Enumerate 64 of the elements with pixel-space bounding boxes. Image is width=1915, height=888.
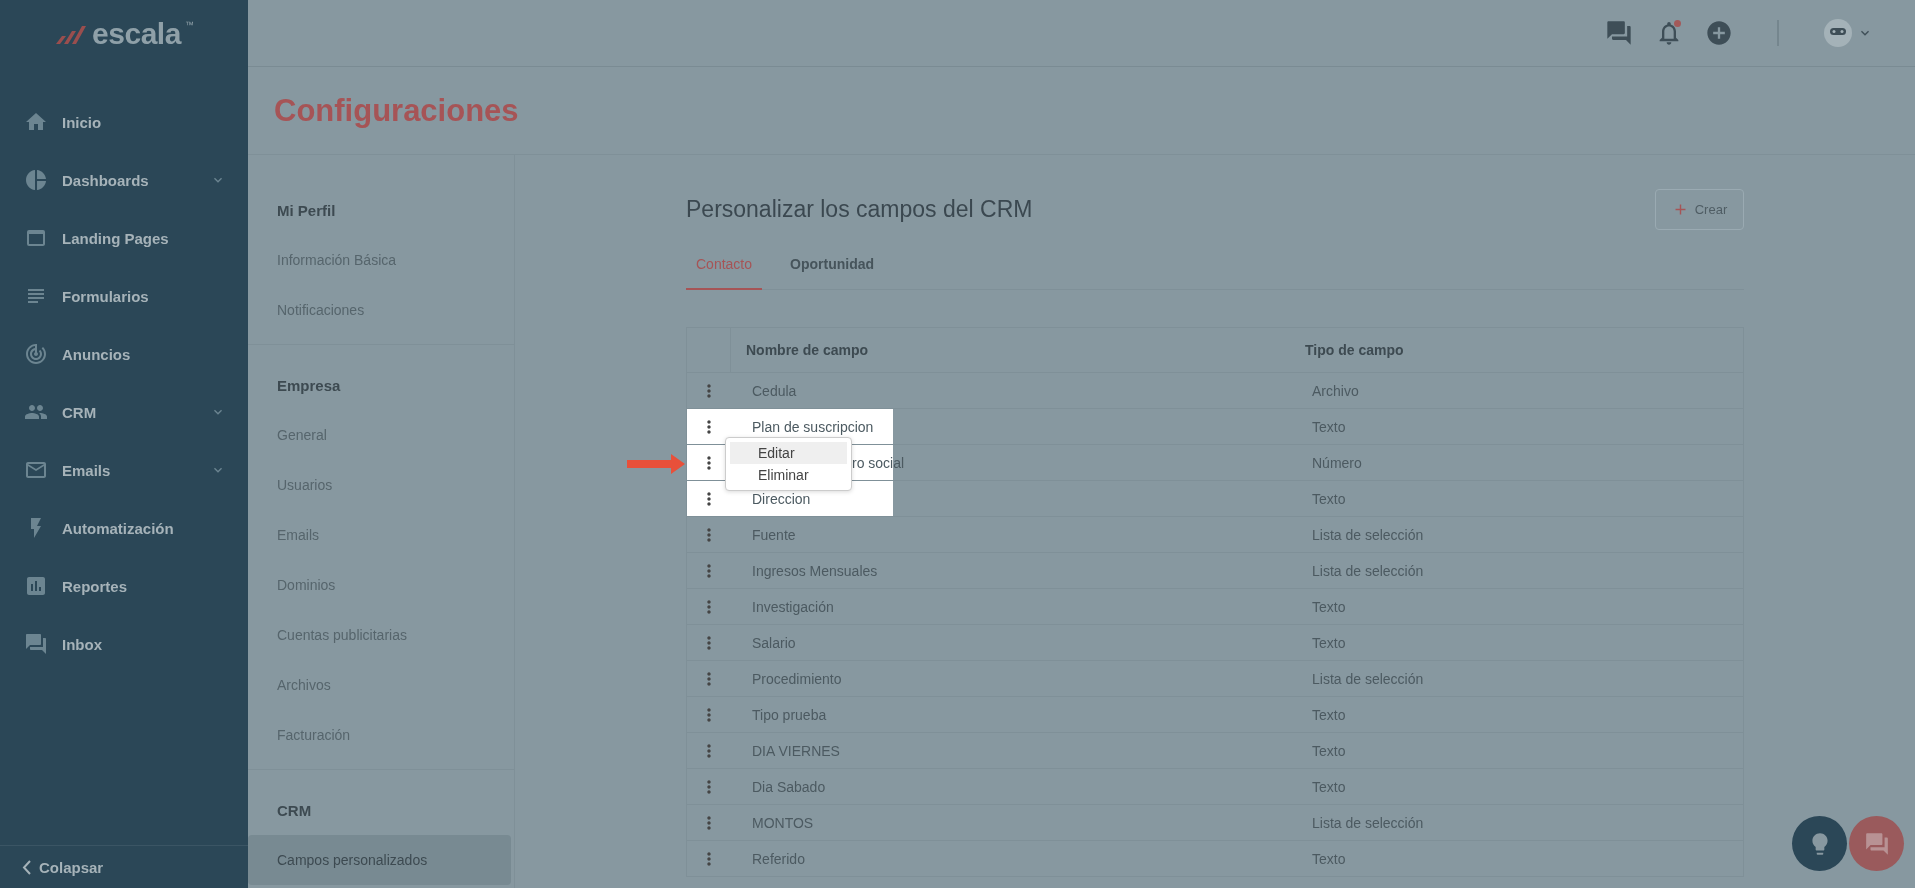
- tab[interactable]: Oportunidad: [780, 240, 885, 290]
- sidebar-item[interactable]: Automatización: [0, 499, 248, 557]
- table-cell-text: Salario: [751, 634, 797, 651]
- table-cell-text: Lista de selección: [1311, 814, 1425, 831]
- lightbulb-button[interactable]: [1792, 816, 1847, 871]
- bar-chart-icon: [24, 574, 48, 598]
- table-cell-text: Investigación: [751, 598, 835, 615]
- table-cell-text: Referido: [751, 850, 806, 867]
- trademark-mark: ™: [184, 20, 194, 30]
- section-title: Mi Perfil: [276, 200, 337, 221]
- table-cell-text: Ingresos Mensuales: [751, 562, 879, 579]
- table-cell-text: Dia Sabado: [751, 778, 827, 795]
- table-cell-text: Lista de selección: [1311, 562, 1425, 579]
- chat-button[interactable]: [1849, 816, 1904, 871]
- table-cell-text: Fuente: [751, 526, 797, 543]
- menu-item[interactable]: Eliminar: [730, 464, 847, 486]
- sidebar-item[interactable]: Inicio: [0, 93, 248, 151]
- chevron-left-icon: [22, 859, 31, 875]
- sidebar-item[interactable]: Dashboards: [0, 151, 248, 209]
- section-title: CRM: [276, 800, 313, 821]
- table-cell-text: Tipo prueba: [751, 706, 828, 723]
- table-cell-text: Texto: [1311, 742, 1347, 759]
- pointer-arrow: [627, 454, 685, 474]
- pie-chart-icon: [24, 168, 48, 192]
- table-cell-text: Cedula: [751, 382, 798, 399]
- table-cell-text: Texto: [1311, 850, 1347, 867]
- section-title: Empresa: [276, 375, 342, 396]
- table-cell-text: Texto: [1311, 778, 1347, 795]
- table-cell-text: Archivo: [1311, 382, 1360, 399]
- table-cell-text: Procedimiento: [751, 670, 843, 687]
- column-header: Nombre de campo: [730, 328, 1290, 372]
- logo-text: escala: [92, 16, 181, 51]
- table-cell-text: Texto: [1311, 490, 1347, 507]
- chat-bubbles-icon: [1863, 830, 1890, 857]
- table-cell-text: Lista de selección: [1311, 670, 1425, 687]
- chat-icon[interactable]: [1605, 19, 1633, 47]
- table-cell-text: Número: [1311, 454, 1363, 471]
- settings-nav-item[interactable]: Campos personalizados: [248, 835, 511, 885]
- avatar-icon[interactable]: [1823, 18, 1853, 48]
- sidebar-item[interactable]: Landing Pages: [0, 209, 248, 267]
- add-icon[interactable]: [1705, 19, 1733, 47]
- table-cell-text: Plan de suscripcion: [751, 418, 875, 435]
- sidebar-item[interactable]: Emails: [0, 441, 248, 499]
- column-header: Tipo de campo: [1304, 342, 1405, 358]
- table-cell-text: MONTOS: [751, 814, 815, 831]
- create-button[interactable]: Crear: [1655, 189, 1744, 230]
- table-cell-text: DIA VIERNES: [751, 742, 841, 759]
- sidebar-item[interactable]: Anuncios: [0, 325, 248, 383]
- page-title: Configuraciones: [274, 92, 519, 129]
- table-cell-text: Texto: [1311, 706, 1347, 723]
- table-cell-text: Lista de selección: [1311, 526, 1425, 543]
- table-cell-text: Texto: [1311, 418, 1347, 435]
- sidebar-item[interactable]: Formularios: [0, 267, 248, 325]
- table-cell-text: Texto: [1311, 598, 1347, 615]
- logo-icon: [54, 23, 89, 44]
- chat-bubbles-icon: [24, 632, 48, 656]
- section-heading: Personalizar los campos del CRM: [686, 196, 1033, 223]
- table-cell-text: Direccion: [751, 490, 812, 507]
- table-cell-text: Texto: [1311, 634, 1347, 651]
- target-icon: [24, 342, 48, 366]
- sidebar-item[interactable]: Reportes: [0, 557, 248, 615]
- sidebar-item[interactable]: CRM: [0, 383, 248, 441]
- sidebar-item[interactable]: Inbox: [0, 615, 248, 673]
- menu-item[interactable]: Editar: [730, 442, 847, 464]
